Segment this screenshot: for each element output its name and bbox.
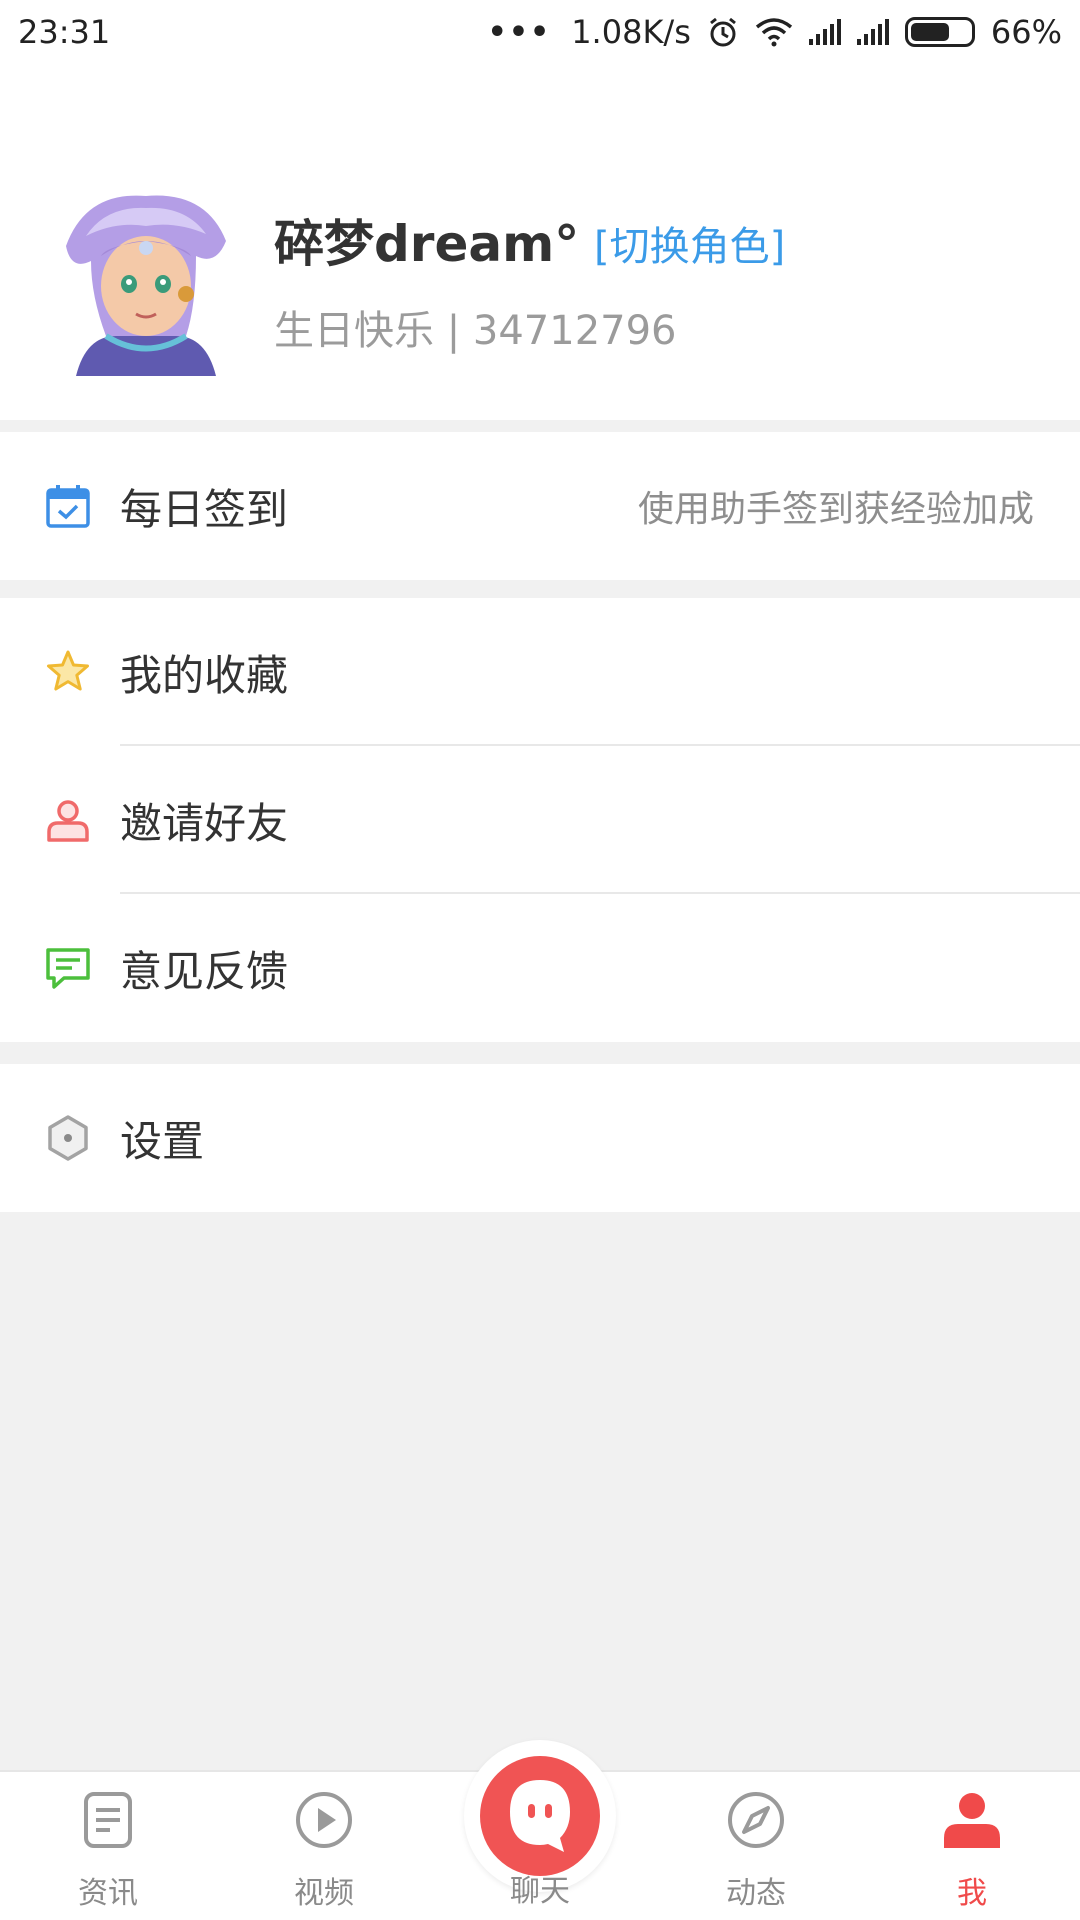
wifi-icon — [755, 18, 792, 47]
menu-item-label: 设置 — [120, 1116, 205, 1166]
status-bar: 23:31 ••• 1.08K/s 66% — [0, 0, 1080, 64]
menu-item-settings[interactable]: 设置 — [0, 1064, 1080, 1212]
net-speed: 1.08K/s — [571, 13, 691, 51]
switch-role-link[interactable]: [切换角色] — [594, 214, 785, 272]
more-icon: ••• — [487, 14, 552, 50]
menu-item-label: 意见反馈 — [120, 946, 289, 996]
tab-label: 我 — [957, 1876, 987, 1911]
tab-feed[interactable]: 动态 — [648, 1772, 864, 1920]
menu-item-favorites[interactable]: 我的收藏 — [0, 598, 1080, 746]
signal-icon-2 — [856, 19, 889, 45]
person-icon — [47, 800, 89, 842]
status-time: 23:31 — [18, 13, 111, 51]
hexagon-settings-icon — [48, 1115, 88, 1161]
compass-icon — [728, 1792, 784, 1848]
menu-item-label: 邀请好友 — [120, 798, 289, 848]
user-name: 碎梦dream° — [274, 215, 580, 273]
menu-item-invite[interactable]: 邀请好友 — [0, 746, 1080, 894]
tab-label: 动态 — [726, 1876, 786, 1911]
calendar-check-icon — [46, 485, 90, 528]
alarm-icon — [709, 17, 736, 47]
battery-icon — [904, 17, 975, 47]
chat-bubble-icon — [510, 1780, 570, 1852]
comment-icon — [46, 948, 90, 989]
section-settings: 设置 — [0, 1064, 1080, 1212]
section-checkin: 每日签到 使用助手签到获经验加成 — [0, 432, 1080, 580]
chat-fab-inner — [480, 1756, 600, 1876]
menu-item-checkin[interactable]: 每日签到 使用助手签到获经验加成 — [0, 432, 1080, 580]
star-icon — [47, 650, 89, 691]
tab-label: 视频 — [294, 1876, 354, 1911]
tab-chat-label[interactable]: 聊天 — [464, 1866, 616, 1910]
avatar[interactable] — [46, 186, 236, 376]
news-icon — [84, 1792, 132, 1848]
battery-fill — [910, 23, 950, 41]
tab-video[interactable]: 视频 — [216, 1772, 432, 1920]
user-sub-info: 生日快乐 | 34712796 — [274, 308, 677, 354]
section-misc: 我的收藏 邀请好友 意见反馈 — [0, 598, 1080, 1042]
tab-label: 资讯 — [78, 1876, 138, 1911]
signal-icon-1 — [808, 19, 841, 45]
menu-item-feedback[interactable]: 意见反馈 — [0, 894, 1080, 1042]
menu-item-label: 每日签到 — [120, 484, 289, 534]
menu-item-hint: 使用助手签到获经验加成 — [637, 489, 1034, 530]
tab-me[interactable]: 我 — [864, 1772, 1080, 1920]
screen: 23:31 ••• 1.08K/s 66% 碎梦dream° [切换角色] 生日… — [0, 0, 1080, 1920]
play-icon — [296, 1792, 352, 1848]
tab-news[interactable]: 资讯 — [0, 1772, 216, 1920]
profile-header: 碎梦dream° [切换角色] 生日快乐 | 34712796 — [0, 64, 1080, 420]
status-right: ••• 1.08K/s 66% — [488, 13, 1062, 51]
menu-item-label: 我的收藏 — [120, 650, 289, 700]
user-icon — [944, 1793, 1000, 1848]
battery-percent: 66% — [990, 13, 1062, 51]
